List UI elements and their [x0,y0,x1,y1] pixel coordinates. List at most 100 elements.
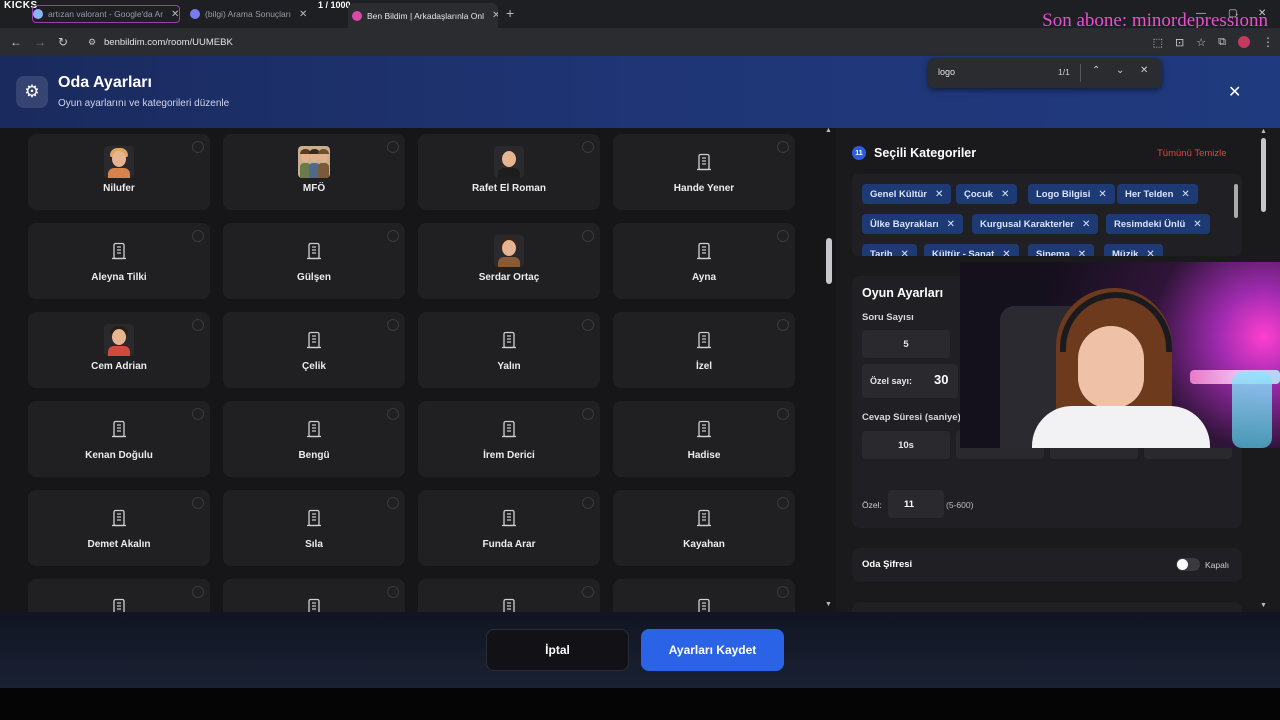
select-radio[interactable] [387,319,399,331]
right-scroll-up-icon[interactable]: ▲ [1260,128,1267,135]
select-radio[interactable] [192,141,204,153]
forward-icon[interactable]: → [34,35,46,49]
close-tab-icon[interactable]: ✕ [299,9,307,20]
extension-icon[interactable]: ⊡ [1175,36,1184,49]
back-icon[interactable]: ← [10,35,22,49]
close-tab-icon[interactable]: ✕ [492,10,498,21]
minimize-icon[interactable]: — [1196,8,1206,19]
select-radio[interactable] [387,497,399,509]
tags-scroll-thumb[interactable] [1234,184,1238,218]
category-card[interactable]: Yalın [418,312,600,388]
category-card[interactable] [223,579,405,612]
select-radio[interactable] [777,586,789,598]
close-tab-icon[interactable]: ✕ [171,9,179,20]
answer-time-10s[interactable]: 10s [862,431,950,459]
remove-tag-icon[interactable]: ✕ [1082,219,1090,230]
select-radio[interactable] [777,230,789,242]
remove-tag-icon[interactable]: ✕ [901,249,909,257]
remove-tag-icon[interactable]: ✕ [947,219,955,230]
category-card[interactable]: Nilufer [28,134,210,210]
category-card[interactable]: Aleyna Tilki [28,223,210,299]
close-window-icon[interactable]: ✕ [1258,8,1266,19]
category-card[interactable]: Bengü [223,401,405,477]
category-card[interactable] [613,579,795,612]
select-radio[interactable] [582,141,594,153]
select-radio[interactable] [192,408,204,420]
category-card[interactable]: Kenan Doğulu [28,401,210,477]
browser-tab-2[interactable]: (bilgi) Arama Sonuçları ✕ [190,5,335,23]
menu-kebab-icon[interactable]: ⋮ [1262,35,1274,49]
select-radio[interactable] [387,230,399,242]
reload-icon[interactable]: ↻ [58,35,68,49]
category-card[interactable]: Hande Yener [613,134,795,210]
select-radio[interactable] [192,230,204,242]
select-radio[interactable] [777,319,789,331]
remove-tag-icon[interactable]: ✕ [1098,189,1106,200]
site-info-icon[interactable]: ⚙ [88,37,96,48]
tags-scrollbar[interactable] [1234,174,1240,256]
find-prev-icon[interactable]: ⌃ [1092,65,1100,76]
save-settings-button[interactable]: Ayarları Kaydet [641,629,784,671]
category-card[interactable]: Serdar Ortaç [418,223,600,299]
select-radio[interactable] [582,408,594,420]
close-icon[interactable]: ✕ [1228,82,1241,102]
select-radio[interactable] [777,408,789,420]
category-card[interactable]: İzel [613,312,795,388]
find-next-icon[interactable]: ⌄ [1116,65,1124,76]
scroll-up-icon[interactable]: ▲ [825,127,832,134]
maximize-icon[interactable]: ▢ [1228,8,1237,19]
category-card[interactable]: Çelik [223,312,405,388]
category-card[interactable]: İrem Derici [418,401,600,477]
select-radio[interactable] [582,230,594,242]
cancel-button[interactable]: İptal [486,629,629,671]
puzzle-icon[interactable]: ⧉ [1218,36,1226,49]
right-scroll-down-icon[interactable]: ▼ [1260,602,1267,609]
select-radio[interactable] [777,497,789,509]
browser-tab-1[interactable]: artızan valorant - Google'da Ar ✕ [32,5,180,23]
find-input[interactable]: logo [938,67,955,77]
select-radio[interactable] [387,586,399,598]
remove-tag-icon[interactable]: ✕ [1181,189,1189,200]
custom-time-input[interactable]: 11 [888,490,944,518]
select-radio[interactable] [387,141,399,153]
browser-tab-active[interactable]: Ben Bildim | Arkadaşlarınla Onl ✕ [348,3,498,28]
remove-tag-icon[interactable]: ✕ [1001,189,1009,200]
left-scrollbar[interactable] [824,128,836,612]
select-radio[interactable] [192,497,204,509]
remove-tag-icon[interactable]: ✕ [935,189,943,200]
custom-count-input[interactable]: 30 [934,372,948,387]
remove-tag-icon[interactable]: ✕ [1193,219,1201,230]
password-toggle[interactable] [1176,558,1200,571]
url-text[interactable]: benbildim.com/room/UUMEBK [104,37,233,48]
category-card[interactable]: Ayna [613,223,795,299]
left-scroll-thumb[interactable] [826,238,832,284]
new-tab-icon[interactable]: + [506,5,514,21]
category-card[interactable]: Demet Akalın [28,490,210,566]
select-radio[interactable] [582,319,594,331]
category-card[interactable] [418,579,600,612]
select-radio[interactable] [192,586,204,598]
install-icon[interactable]: ⬚ [1153,36,1163,49]
right-scroll-thumb[interactable] [1261,138,1266,212]
category-card[interactable]: Funda Arar [418,490,600,566]
bookmark-star-icon[interactable]: ☆ [1196,36,1206,49]
profile-avatar[interactable] [1238,36,1250,48]
select-radio[interactable] [387,408,399,420]
select-radio[interactable] [192,319,204,331]
category-card[interactable]: Gülşen [223,223,405,299]
category-card[interactable]: Hadise [613,401,795,477]
clear-all-button[interactable]: Tümünü Temizle [1157,148,1227,159]
question-option-5[interactable]: 5 [862,330,950,358]
select-radio[interactable] [582,497,594,509]
category-card[interactable]: Cem Adrian [28,312,210,388]
category-card[interactable]: Kayahan [613,490,795,566]
scroll-down-icon[interactable]: ▼ [825,601,832,608]
remove-tag-icon[interactable]: ✕ [1002,249,1010,257]
remove-tag-icon[interactable]: ✕ [1078,249,1086,257]
remove-tag-icon[interactable]: ✕ [1146,249,1154,257]
category-card[interactable]: Sıla [223,490,405,566]
select-radio[interactable] [582,586,594,598]
category-card[interactable]: Rafet El Roman [418,134,600,210]
category-card[interactable]: MFÖ [223,134,405,210]
find-close-icon[interactable]: ✕ [1140,65,1148,76]
